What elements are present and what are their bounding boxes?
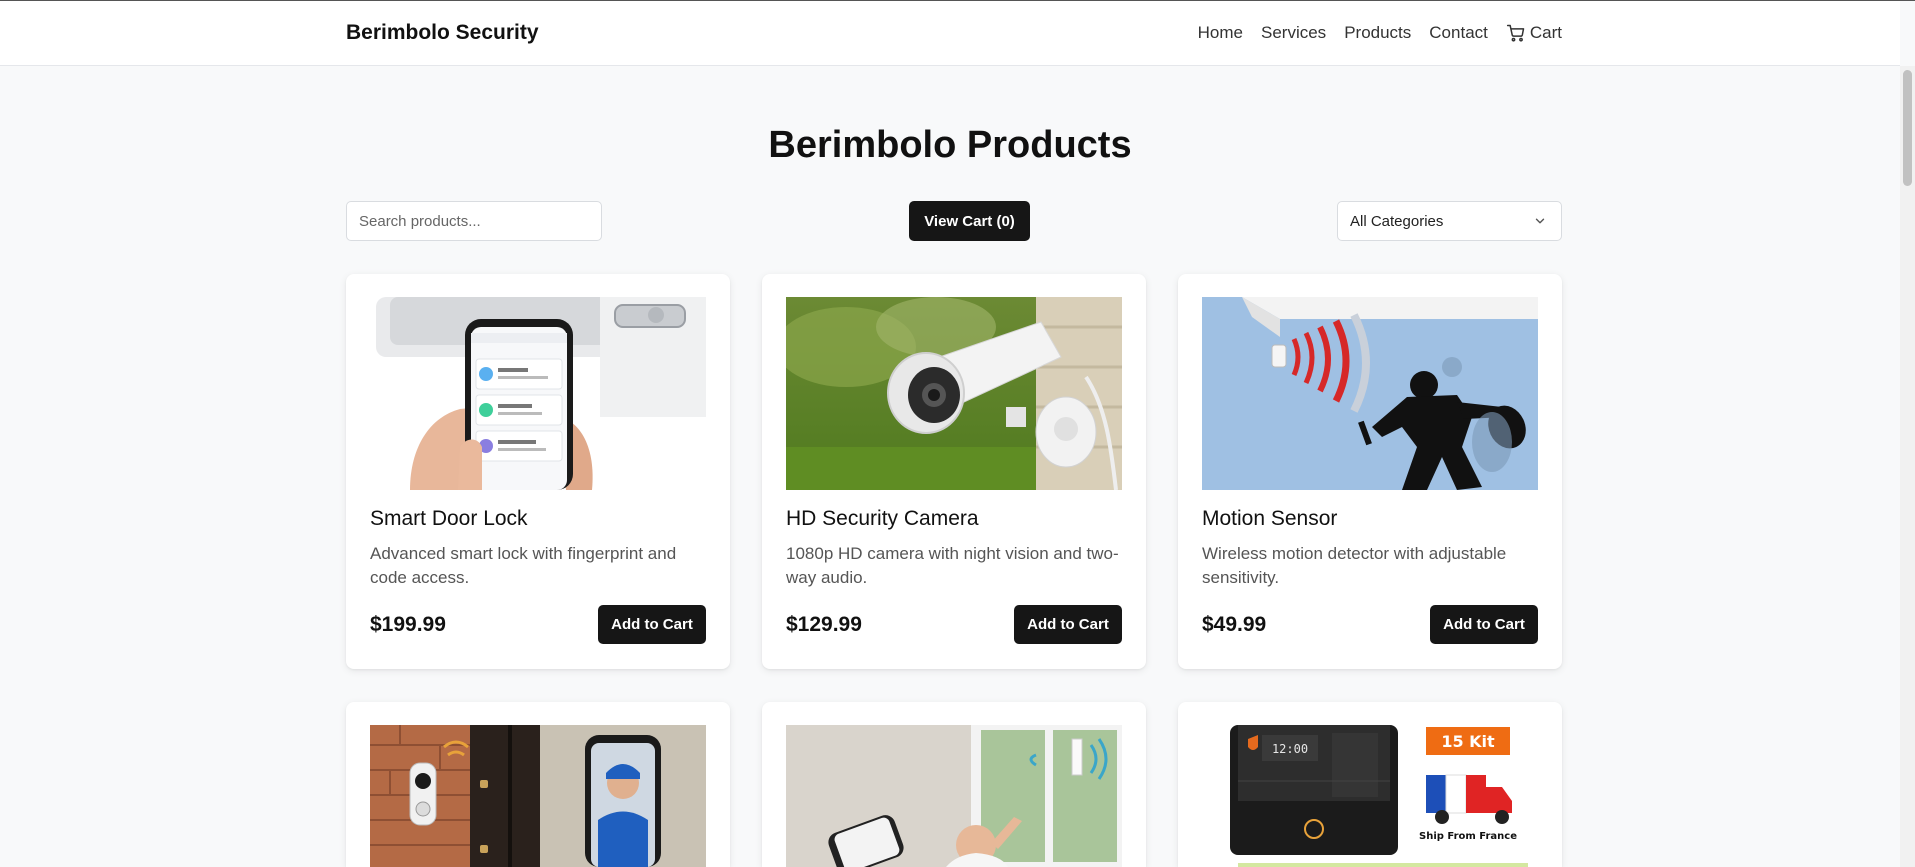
category-select-value: All Categories (1350, 212, 1444, 230)
kit-badge-text: 15 Kit (1441, 732, 1495, 751)
cart-icon (1506, 23, 1526, 43)
add-to-cart-button[interactable]: Add to Cart (1014, 605, 1122, 644)
window-sensor-image (786, 725, 1122, 867)
ship-from-text: Ship From France (1419, 831, 1517, 842)
nav-products[interactable]: Products (1344, 23, 1411, 43)
page-scrollbar-thumb[interactable] (1903, 70, 1912, 186)
page-scrollbar-track[interactable] (1900, 66, 1915, 867)
add-to-cart-button[interactable]: Add to Cart (1430, 605, 1538, 644)
security-camera-image (786, 297, 1122, 490)
product-card-video-doorbell (346, 702, 730, 867)
product-card-alarm-kit: 12:00 15 Kit Ship From France (1178, 702, 1562, 867)
product-card-hd-security-camera: HD Security Camera 1080p HD camera with … (762, 274, 1146, 669)
product-card-motion-sensor: Motion Sensor Wireless motion detector w… (1178, 274, 1562, 669)
product-title: HD Security Camera (786, 507, 979, 530)
motion-sensor-image (1202, 297, 1538, 490)
site-header: Berimbolo Security Home Services Product… (0, 1, 1900, 66)
view-cart-button[interactable]: View Cart (0) (909, 201, 1030, 241)
nav-home[interactable]: Home (1198, 23, 1243, 43)
nav-contact[interactable]: Contact (1429, 23, 1488, 43)
smart-door-lock-image (370, 297, 706, 490)
product-title: Motion Sensor (1202, 507, 1338, 530)
product-card-window-sensor (762, 702, 1146, 867)
alarm-kit-clock-text: 12:00 (1272, 742, 1308, 756)
product-card-smart-door-lock: Smart Door Lock Advanced smart lock with… (346, 274, 730, 669)
alarm-kit-image: 12:00 15 Kit Ship From France (1202, 725, 1538, 867)
brand-logo[interactable]: Berimbolo Security (346, 21, 539, 45)
product-title: Smart Door Lock (370, 507, 528, 530)
video-doorbell-image (370, 725, 706, 867)
product-price: $129.99 (786, 613, 862, 636)
add-to-cart-button[interactable]: Add to Cart (598, 605, 706, 644)
chevron-down-icon (1533, 214, 1547, 228)
page-title: Berimbolo Products (768, 124, 1132, 166)
product-description: Advanced smart lock with fingerprint and… (370, 544, 677, 587)
search-input[interactable] (346, 201, 602, 241)
category-select[interactable]: All Categories (1337, 201, 1562, 241)
main-nav: Home Services Products Contact Cart (1198, 23, 1562, 43)
product-description: 1080p HD camera with night vision and tw… (786, 544, 1119, 587)
product-price: $199.99 (370, 613, 446, 636)
nav-cart[interactable]: Cart (1506, 23, 1562, 43)
nav-cart-label: Cart (1529, 23, 1562, 42)
nav-services[interactable]: Services (1261, 23, 1326, 43)
product-price: $49.99 (1202, 613, 1267, 636)
product-description: Wireless motion detector with adjustable… (1202, 544, 1507, 587)
